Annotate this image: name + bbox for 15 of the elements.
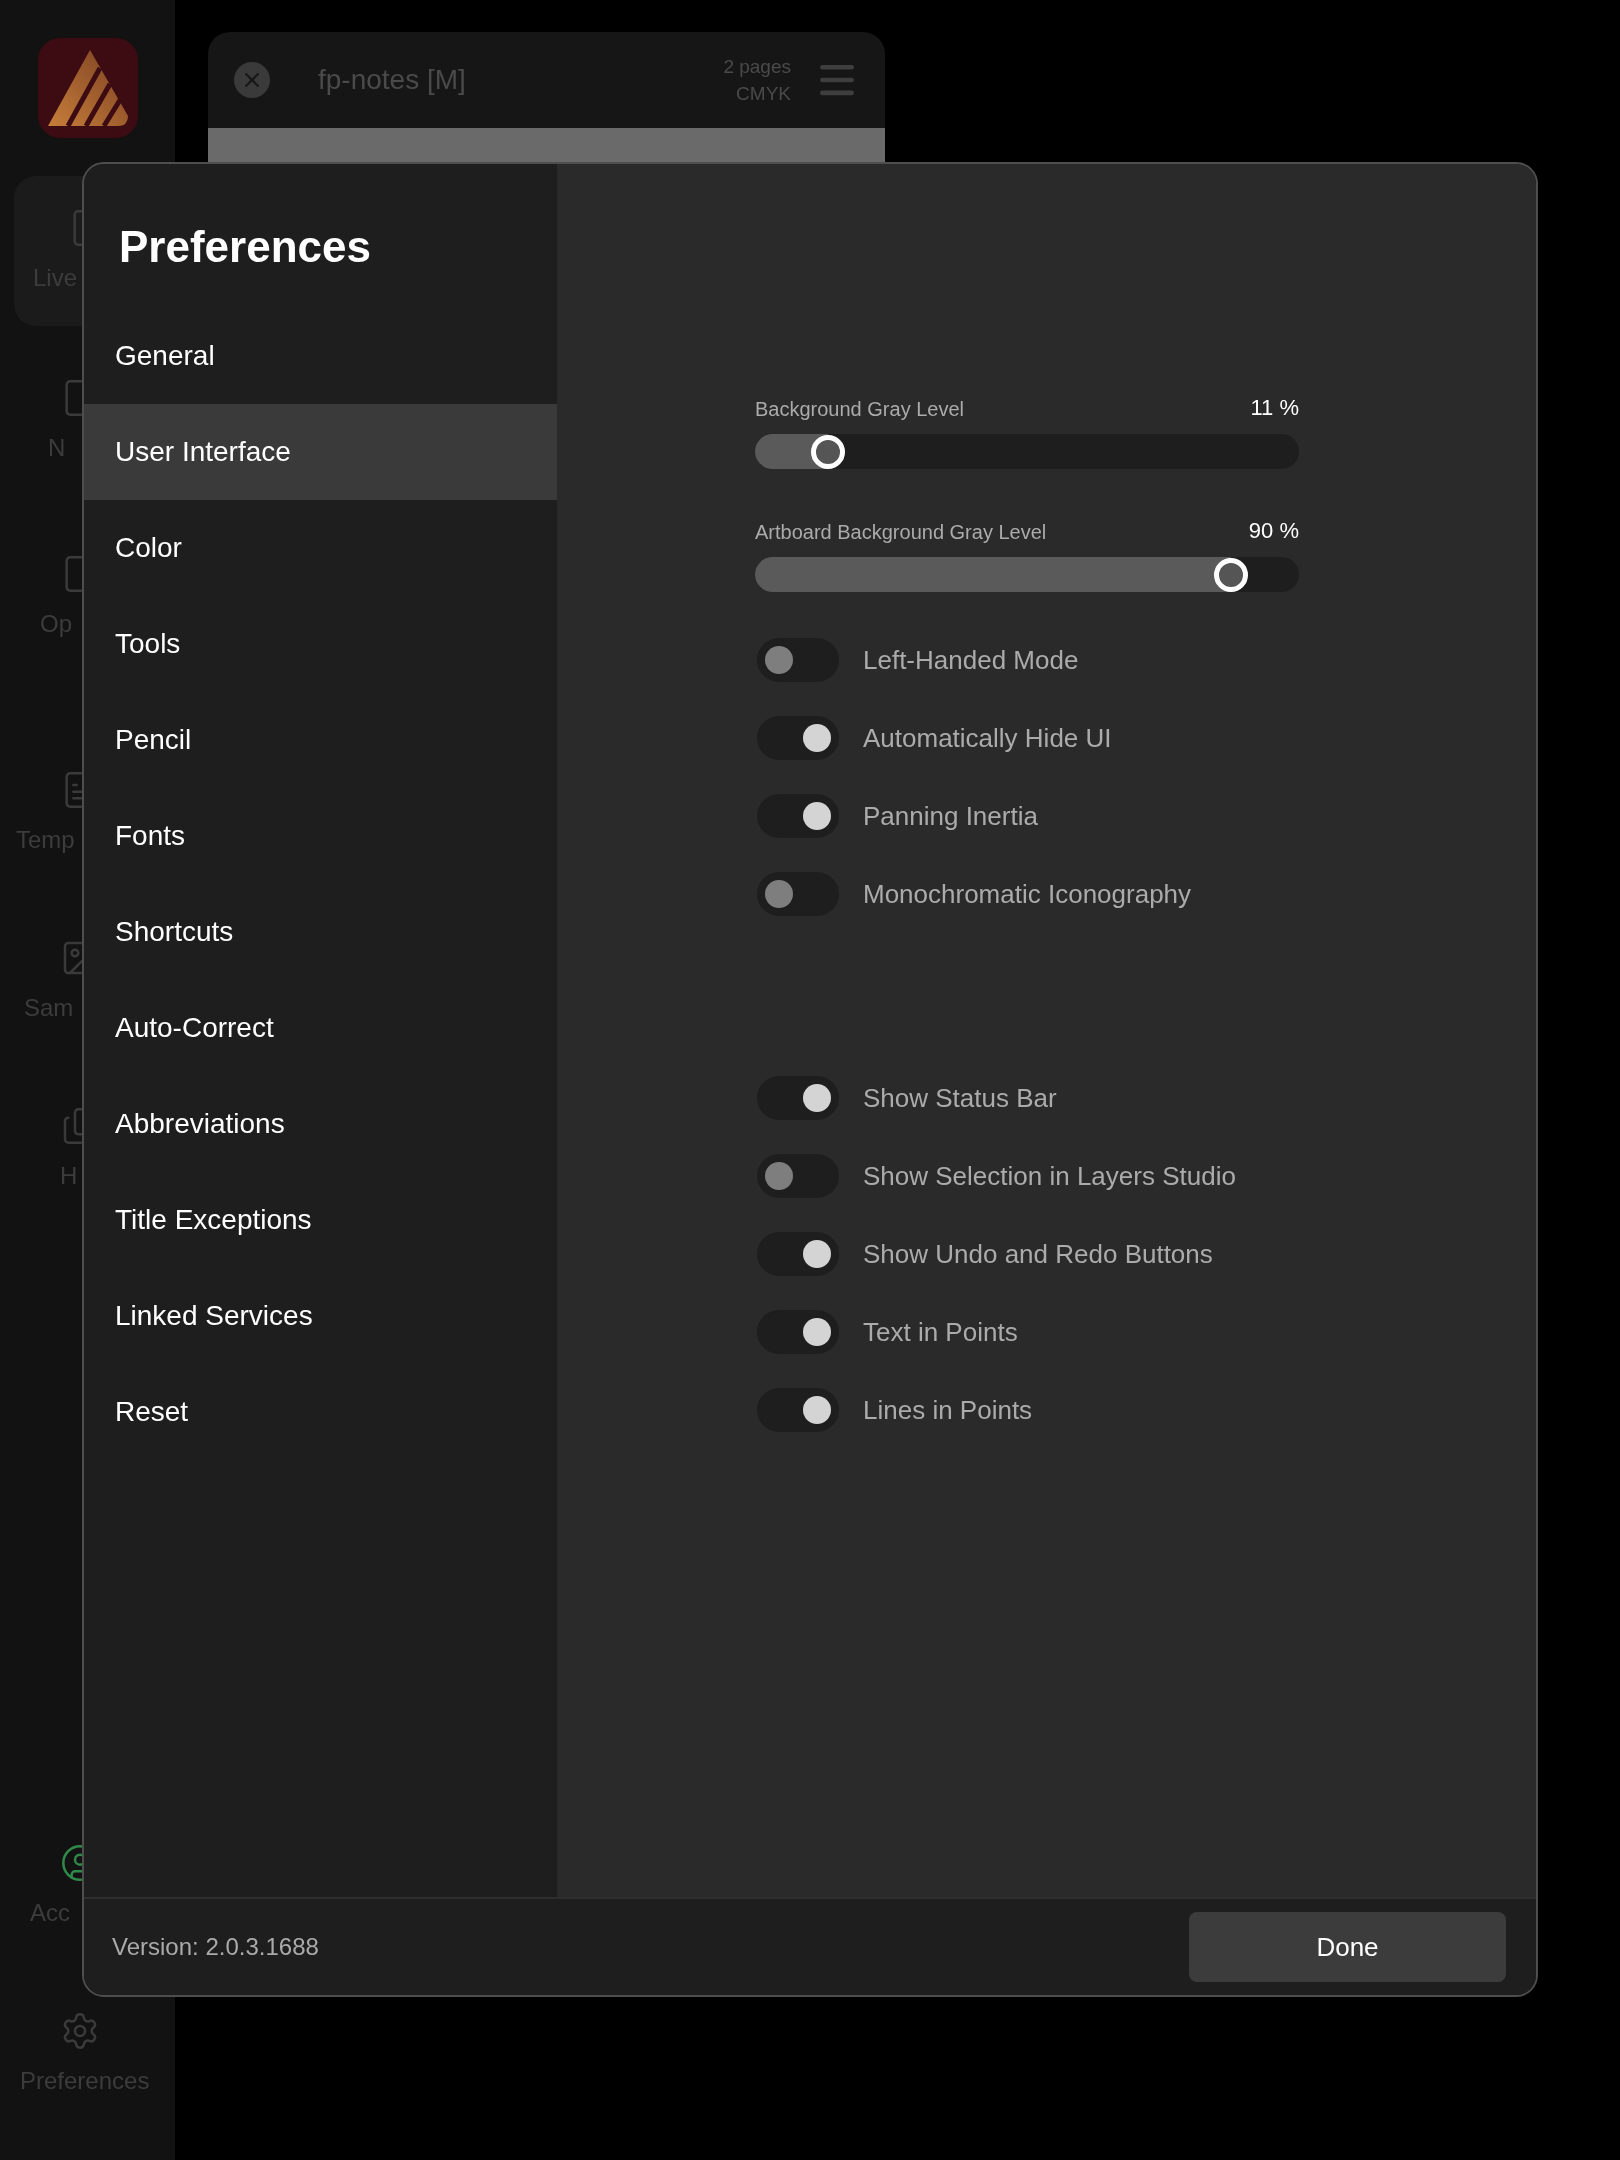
toggle-label: Show Selection in Layers Studio bbox=[863, 1159, 1236, 1193]
toggle-label: Text in Points bbox=[863, 1315, 1018, 1349]
version-text: Version: 2.0.3.1688 bbox=[112, 1932, 319, 1962]
slider-label: Artboard Background Gray Level bbox=[755, 520, 1047, 545]
toggle-label: Automatically Hide UI bbox=[863, 721, 1112, 755]
toggle-label: Show Undo and Redo Buttons bbox=[863, 1237, 1213, 1271]
slider-reading: 11 % bbox=[1250, 394, 1299, 422]
slider-reading: 90 % bbox=[1248, 517, 1299, 545]
toggle-label: Show Status Bar bbox=[863, 1081, 1057, 1115]
toggle-label: Left-Handed Mode bbox=[863, 643, 1079, 677]
slider-label: Background Gray Level bbox=[755, 397, 964, 422]
dialog-title: Preferences bbox=[119, 221, 372, 273]
toggle-label: Panning Inertia bbox=[863, 799, 1038, 833]
toggle-label: Monochromatic Iconography bbox=[863, 877, 1192, 911]
toggle-label: Lines in Points bbox=[863, 1393, 1033, 1427]
